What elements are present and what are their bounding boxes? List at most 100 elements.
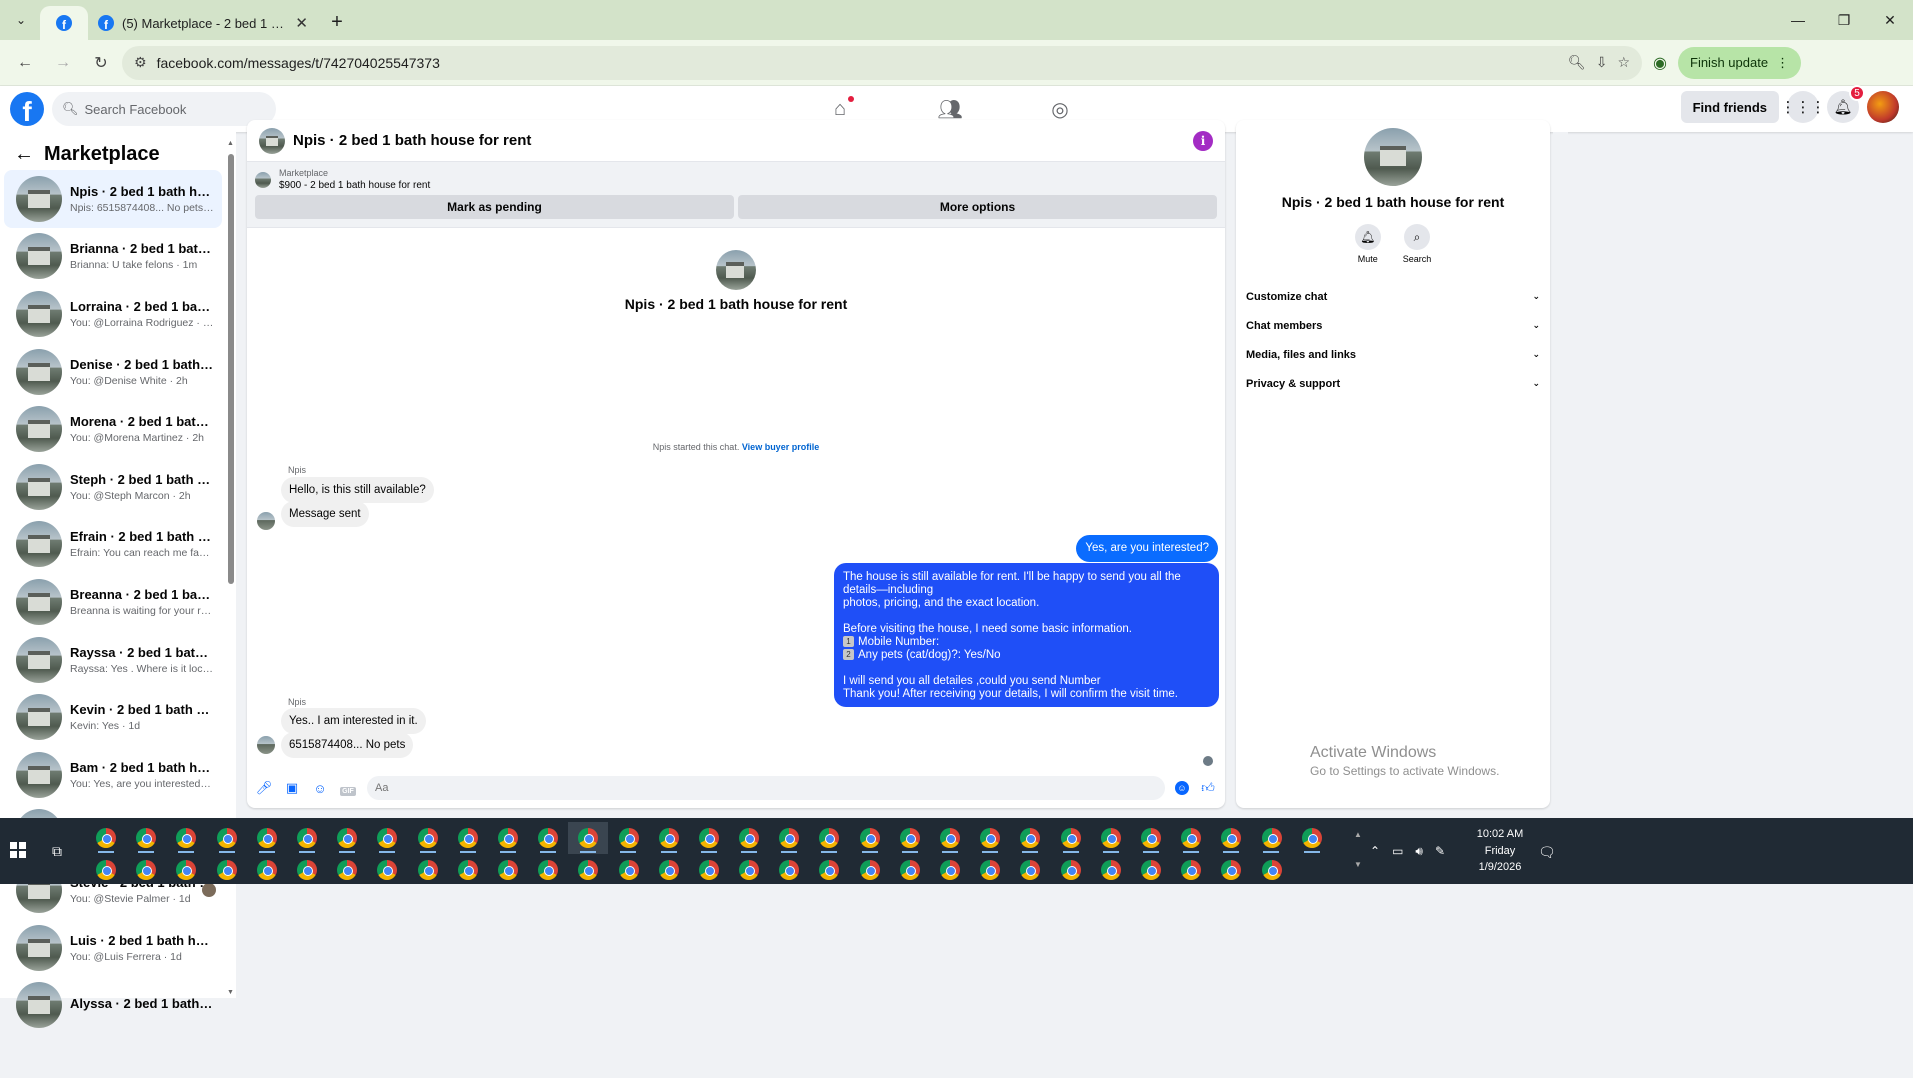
zoom-icon[interactable]: 🔍︎ bbox=[1568, 54, 1586, 71]
chrome-taskbar-icon[interactable] bbox=[1292, 822, 1332, 854]
conversation-item[interactable]: Breanna · 2 bed 1 bath house for rent Bre… bbox=[4, 573, 222, 631]
details-section[interactable]: Media, files and links ⌄ bbox=[1236, 340, 1550, 369]
minimize-icon[interactable]: — bbox=[1775, 12, 1821, 28]
more-options-button[interactable]: More options bbox=[738, 195, 1217, 219]
chrome-taskbar-icon[interactable] bbox=[1171, 854, 1211, 886]
chrome-taskbar-icon[interactable] bbox=[729, 854, 769, 886]
emoji-icon[interactable]: ☺ bbox=[1175, 781, 1189, 795]
chrome-taskbar-icon[interactable] bbox=[1051, 822, 1091, 854]
network-icon[interactable]: ▭ bbox=[1392, 844, 1403, 858]
windows-start-icon[interactable] bbox=[10, 842, 26, 858]
view-buyer-profile-link[interactable]: View buyer profile bbox=[742, 442, 819, 452]
chrome-taskbar-icon[interactable] bbox=[1051, 854, 1091, 886]
back-button[interactable]: ← bbox=[8, 46, 42, 80]
chrome-taskbar-icon[interactable] bbox=[207, 822, 247, 854]
message-outgoing[interactable]: Yes, are you interested? bbox=[1076, 535, 1218, 562]
chrome-taskbar-icon[interactable] bbox=[1251, 854, 1291, 886]
chrome-taskbar-icon[interactable] bbox=[247, 822, 287, 854]
facebook-search-input[interactable]: 🔍︎ Search Facebook bbox=[52, 92, 276, 126]
chrome-taskbar-icon[interactable] bbox=[367, 822, 407, 854]
facebook-logo-icon[interactable]: f bbox=[10, 92, 44, 126]
groups-icon[interactable]: ◎ bbox=[1040, 97, 1080, 122]
mute-button[interactable]: 🔔︎ Mute bbox=[1354, 224, 1381, 264]
conversation-item[interactable]: Lorraina · 2 bed 1 bath house for rent Yo… bbox=[4, 285, 222, 343]
chrome-taskbar-icon[interactable] bbox=[930, 822, 970, 854]
chrome-taskbar-icon[interactable] bbox=[1010, 854, 1050, 886]
chrome-taskbar-icon[interactable] bbox=[528, 822, 568, 854]
chrome-taskbar-icon[interactable] bbox=[769, 822, 809, 854]
menu-grid-icon[interactable]: ⋮⋮⋮ bbox=[1781, 91, 1826, 123]
chrome-taskbar-icon[interactable] bbox=[1211, 822, 1251, 854]
scroll-up-arrow-icon[interactable]: ▲ bbox=[227, 140, 234, 147]
bookmark-star-icon[interactable]: ☆ bbox=[1617, 54, 1630, 71]
details-section[interactable]: Privacy & support ⌄ bbox=[1236, 369, 1550, 398]
message-input[interactable] bbox=[367, 776, 1165, 800]
chrome-taskbar-icon[interactable] bbox=[1131, 822, 1171, 854]
microphone-icon[interactable]: 🎤︎ bbox=[255, 780, 273, 796]
chrome-taskbar-icon[interactable] bbox=[930, 854, 970, 886]
chrome-taskbar-icon[interactable] bbox=[166, 854, 206, 886]
chrome-taskbar-icon[interactable] bbox=[689, 822, 729, 854]
chrome-taskbar-icon[interactable] bbox=[729, 822, 769, 854]
conversation-item[interactable]: Npis · 2 bed 1 bath house for rent Npis: … bbox=[4, 170, 222, 228]
notification-center-icon[interactable]: 🗨︎ bbox=[1538, 844, 1556, 861]
chrome-taskbar-icon[interactable] bbox=[247, 854, 287, 886]
friends-icon[interactable]: 👥︎ bbox=[930, 97, 970, 122]
chrome-taskbar-icon[interactable] bbox=[367, 854, 407, 886]
tab-search-button[interactable]: ⌄ bbox=[6, 5, 36, 35]
chrome-taskbar-icon[interactable] bbox=[689, 854, 729, 886]
details-section[interactable]: Chat members ⌄ bbox=[1236, 311, 1550, 340]
notifications-bell-icon[interactable]: 🔔︎ 5 bbox=[1827, 85, 1865, 123]
chrome-taskbar-icon[interactable] bbox=[327, 822, 367, 854]
chrome-taskbar-icon[interactable] bbox=[448, 822, 488, 854]
chrome-taskbar-icon[interactable] bbox=[608, 822, 648, 854]
chrome-taskbar-icon[interactable] bbox=[287, 854, 327, 886]
browser-tab-active[interactable]: f bbox=[40, 6, 88, 40]
chrome-taskbar-icon[interactable] bbox=[287, 822, 327, 854]
info-icon[interactable]: i bbox=[1193, 130, 1213, 151]
thumbs-up-icon[interactable]: 👍︎ bbox=[1199, 780, 1217, 796]
browser-tab-marketplace[interactable]: f (5) Marketplace - 2 bed 1 bath house f… bbox=[88, 6, 318, 40]
chrome-profile-icon[interactable]: ◉ bbox=[1646, 49, 1674, 77]
forward-button[interactable]: → bbox=[46, 46, 80, 80]
chrome-taskbar-icon[interactable] bbox=[568, 854, 608, 886]
chrome-taskbar-icon[interactable] bbox=[1251, 822, 1291, 854]
chrome-taskbar-icon[interactable] bbox=[769, 854, 809, 886]
address-bar[interactable]: ⚙ facebook.com/messages/t/74270402554737… bbox=[122, 45, 1642, 80]
chrome-taskbar-icon[interactable] bbox=[86, 854, 126, 886]
conversation-item[interactable]: Luis · 2 bed 1 bath house for rent You: @… bbox=[4, 919, 222, 977]
details-avatar[interactable] bbox=[1364, 128, 1422, 186]
scrollbar-thumb[interactable] bbox=[228, 154, 234, 584]
message-incoming[interactable]: Message sent bbox=[281, 501, 369, 527]
conversation-item[interactable]: Rayssa · 2 bed 1 bath house for rent Rays… bbox=[4, 631, 222, 689]
message-incoming[interactable]: Hello, is this still available? bbox=[281, 477, 434, 503]
chrome-taskbar-icon[interactable] bbox=[890, 854, 930, 886]
chrome-taskbar-icon[interactable] bbox=[408, 822, 448, 854]
chrome-taskbar-icon[interactable] bbox=[528, 854, 568, 886]
message-outgoing-details[interactable]: The house is still available for rent. I… bbox=[834, 563, 1219, 707]
chrome-taskbar-icon[interactable] bbox=[126, 854, 166, 886]
sender-avatar[interactable] bbox=[257, 736, 275, 754]
chrome-taskbar-icon[interactable] bbox=[608, 854, 648, 886]
chrome-taskbar-icon[interactable] bbox=[488, 854, 528, 886]
restore-icon[interactable]: ❐ bbox=[1821, 12, 1867, 29]
chrome-taskbar-icon[interactable] bbox=[488, 822, 528, 854]
chat-avatar[interactable] bbox=[259, 127, 285, 154]
chrome-taskbar-icon[interactable] bbox=[1091, 854, 1131, 886]
task-view-icon[interactable]: ⧉ bbox=[52, 843, 62, 860]
conversation-item[interactable]: Steph · 2 bed 1 bath house for rent You: … bbox=[4, 458, 222, 516]
page-scrollbar[interactable] bbox=[1553, 132, 1568, 818]
search-conversation-button[interactable]: ⌕ Search bbox=[1403, 224, 1431, 264]
conversation-item[interactable]: Efrain · 2 bed 1 bath house for rent Efra… bbox=[4, 516, 222, 574]
sender-avatar[interactable] bbox=[257, 512, 275, 530]
conversation-item[interactable]: Brianna · 2 bed 1 bath house for rent Bri… bbox=[4, 228, 222, 286]
chrome-taskbar-icon[interactable] bbox=[1091, 822, 1131, 854]
chat-title[interactable]: Npis · 2 bed 1 bath house for rent bbox=[293, 132, 1185, 149]
close-tab-icon[interactable]: ✕ bbox=[295, 14, 308, 32]
finish-update-button[interactable]: Finish update ⋮ bbox=[1678, 46, 1802, 79]
chrome-taskbar-icon[interactable] bbox=[890, 822, 930, 854]
new-tab-button[interactable]: + bbox=[322, 7, 352, 37]
account-avatar[interactable] bbox=[1867, 91, 1899, 123]
message-incoming[interactable]: Yes.. I am interested in it. bbox=[281, 708, 426, 734]
pen-icon[interactable]: ✎ bbox=[1435, 844, 1445, 858]
